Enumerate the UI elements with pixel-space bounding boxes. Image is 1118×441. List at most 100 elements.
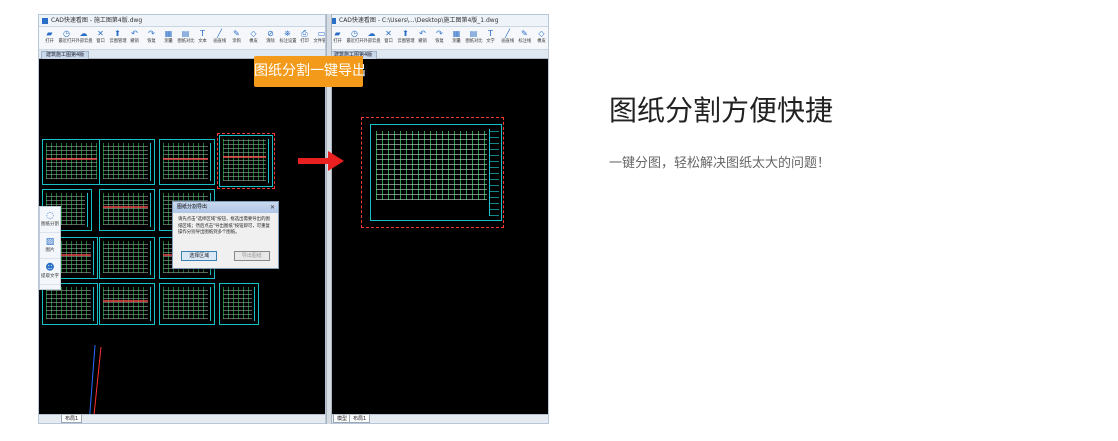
compare-icon: ▤ (181, 29, 190, 38)
left-window-title: CAD快速看图 - 施工图第4版.dwg (51, 17, 143, 24)
right-tool-button[interactable]: ✎ 标注线 (516, 27, 533, 49)
export-drawing-button[interactable]: 导出图纸 (233, 251, 270, 261)
text-icon: T (200, 29, 205, 38)
blueprint-sheet (42, 139, 104, 185)
tool-label: 恢复 (147, 39, 156, 44)
tool-label: 恢复 (435, 39, 444, 44)
right-toolbar: ▰ 打开 ◷ 最近打开 ☁ 外部云盘 ✕ 窗口 ⬆ 云图管理 ↶ 撤销 ↷ 恢复 ▦ 测量 ▤ 图纸对比 T 文字 ╱ 画… (327, 27, 548, 50)
side-panel-label: 图片 (45, 248, 55, 253)
right-tool-button[interactable]: ▤ 图纸对比 (464, 27, 483, 49)
left-tool-button[interactable]: ✕ 窗口 (92, 27, 109, 49)
blueprint-sheet-selected (217, 133, 275, 189)
left-tool-button[interactable]: ✎ 涂鸦 (228, 27, 245, 49)
open-icon: ▰ (334, 29, 341, 38)
doc-icon: ▭ (317, 29, 325, 38)
dialog-message: 请先点击"选择区域"按钮，框选出需要导出的图纸区域；然后点击"导出图纸"按钮即可… (178, 217, 270, 235)
left-tool-button[interactable]: ◷ 最近打开 (57, 27, 76, 49)
pen-icon: ✎ (233, 29, 240, 38)
layout-tab[interactable]: 布局1 (349, 415, 371, 423)
tool-label: 最近打开 (57, 39, 76, 44)
close-icon: ✕ (385, 29, 392, 38)
side-panel-item[interactable]: ◌ 图纸分割 (40, 207, 60, 233)
tool-label: 打印 (300, 39, 309, 44)
left-tool-button[interactable]: ▰ 打开 (41, 27, 58, 49)
blueprint-sheet (99, 237, 155, 279)
left-tool-button[interactable]: ◇ 橡皮 (245, 27, 262, 49)
side-panel-label: 图纸分割 (41, 222, 59, 227)
tool-label: 撤销 (418, 39, 427, 44)
dialog-close-icon[interactable]: ✕ (270, 202, 275, 213)
eraser-icon: ◇ (250, 29, 257, 38)
side-panel-item[interactable]: ▨ 图片 (40, 233, 60, 259)
left-doc-tab[interactable]: 建筑施工图第4版 (41, 51, 90, 59)
left-tool-button[interactable]: ↷ 恢复 (143, 27, 160, 49)
tool-label: 画直线 (501, 39, 514, 44)
page-subline: 一键分图，轻松解决图纸太大的问题！ (609, 156, 831, 171)
compare-icon: ▤ (469, 29, 478, 38)
right-tool-button[interactable]: ⬆ 云图管理 (397, 27, 414, 49)
left-tool-button[interactable]: ▤ 图纸对比 (177, 27, 194, 49)
split-export-dialog: 图纸分割导出 ✕ 请先点击"选择区域"按钮，框选出需要导出的图纸区域；然后点击"… (172, 201, 279, 269)
tool-label: 外部云盘 (74, 39, 93, 44)
cloud-icon: ☁ (367, 29, 376, 38)
left-toolbar: ▰ 打开 ◷ 最近打开 ☁ 外部云盘 ✕ 窗口 ⬆ 云图管理 ↶ 撤销 ↷ 恢复 ▦ 测量 ▤ 图纸对比 T 文本 ╱ 画… (39, 27, 325, 50)
left-tool-button[interactable]: ⎙ 打印 (296, 27, 313, 49)
right-tool-button[interactable]: ◇ 橡皮 (533, 27, 548, 49)
right-tool-button[interactable]: ◷ 最近打开 (345, 27, 364, 49)
undo-icon: ↶ (419, 29, 426, 38)
recent-icon: ◷ (63, 29, 70, 38)
side-panel-item[interactable]: ☻ 提取文字 (40, 259, 60, 285)
blueprint-sheet (159, 283, 215, 325)
tool-label: 标注线 (518, 39, 531, 44)
redo-icon: ↷ (436, 29, 443, 38)
measure-icon: ▦ (452, 29, 461, 38)
right-tool-button[interactable]: ☁ 外部云盘 (362, 27, 381, 49)
right-tool-button[interactable]: T 文字 (482, 27, 499, 49)
layer-icon: ⛯ (284, 29, 291, 38)
right-tool-button[interactable]: ↷ 恢复 (431, 27, 448, 49)
split-icon: ◌ (46, 211, 54, 221)
recent-icon: ◷ (351, 29, 358, 38)
left-tool-button[interactable]: ⬆ 云图管理 (109, 27, 126, 49)
line-icon: ╱ (505, 29, 510, 38)
upload-icon: ⬆ (114, 29, 121, 38)
left-tool-button[interactable]: ╱ 画直线 (211, 27, 228, 49)
left-tool-button[interactable]: ▭文件管理 (313, 27, 325, 49)
tool-label: 清除 (266, 39, 275, 44)
right-tool-button[interactable]: ↶ 撤销 (414, 27, 431, 49)
tool-label: 橡皮 (249, 39, 258, 44)
close-icon: ✕ (97, 29, 104, 38)
right-drawing-canvas[interactable] (327, 61, 548, 414)
cad-construction-lines (88, 345, 102, 423)
side-panel-label: 提取文字 (41, 274, 59, 279)
exported-blueprint-sheet (370, 124, 502, 221)
tool-label: 画直线 (213, 39, 226, 44)
left-tool-button[interactable]: ⊘ 清除 (262, 27, 279, 49)
right-tool-button[interactable]: ✕ 窗口 (380, 27, 397, 49)
line-icon: ╱ (217, 29, 222, 38)
layout-tab[interactable]: 布局1 (61, 415, 83, 423)
left-tool-button[interactable]: ▦ 测量 (160, 27, 177, 49)
page-headline: 图纸分割方便快捷 (609, 94, 834, 127)
tool-label: 最近打开 (345, 39, 364, 44)
left-tool-button[interactable]: ↶ 撤销 (126, 27, 143, 49)
tool-label: 外部云盘 (362, 39, 381, 44)
left-status-bar: 布局1 (39, 414, 325, 423)
tool-label: 打开 (333, 39, 342, 44)
left-tool-button[interactable]: T 文本 (194, 27, 211, 49)
blueprint-sheet (99, 189, 155, 231)
tool-label: 标注设置 (278, 39, 297, 44)
tool-label: 文本 (198, 39, 207, 44)
undo-icon: ↶ (131, 29, 138, 38)
right-tool-button[interactable]: ▦ 测量 (448, 27, 465, 49)
tool-label: 测量 (452, 39, 461, 44)
left-tool-button[interactable]: ⛯ 标注设置 (278, 27, 297, 49)
select-region-button[interactable]: 选择区域 (181, 251, 218, 261)
user-icon: ☻ (45, 263, 55, 273)
tool-label: 文字 (486, 39, 495, 44)
right-tool-button[interactable]: ╱ 画直线 (499, 27, 516, 49)
pen-icon: ✎ (521, 29, 528, 38)
tool-label: 图纸对比 (464, 39, 483, 44)
left-tool-button[interactable]: ☁ 外部云盘 (74, 27, 93, 49)
open-icon: ▰ (46, 29, 53, 38)
